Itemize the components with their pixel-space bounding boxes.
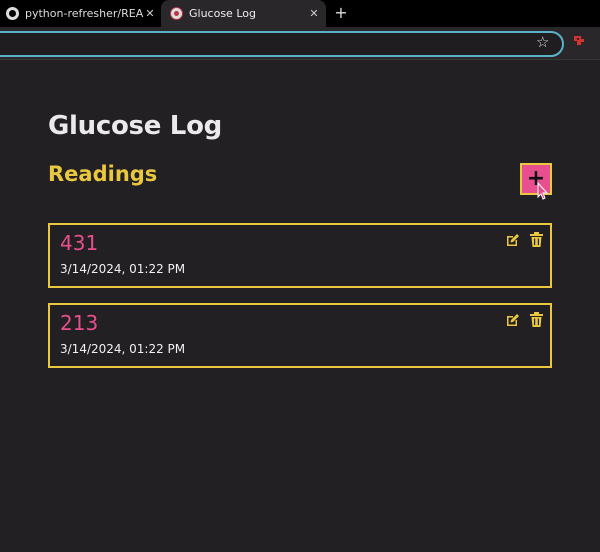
reading-value: 431 <box>60 231 99 255</box>
github-icon <box>6 7 19 20</box>
reading-card: 213 3/14/2024, 01:22 PM <box>48 303 552 368</box>
new-tab-button[interactable]: + <box>332 4 350 22</box>
trash-icon[interactable] <box>530 312 543 327</box>
bookmark-star-icon[interactable]: ☆ <box>536 32 549 52</box>
pointer-cursor-icon <box>537 182 549 200</box>
tab-label: python-refresher/README.m <box>25 7 144 20</box>
tab-glucose-log[interactable]: Glucose Log ✕ <box>161 0 326 27</box>
page-content: Glucose Log Readings + 431 3/14/2024, 01… <box>0 60 600 552</box>
reading-timestamp: 3/14/2024, 01:22 PM <box>60 262 186 276</box>
tab-python-refresher[interactable]: python-refresher/README.m ✕ <box>0 0 160 27</box>
close-tab-icon[interactable]: ✕ <box>144 7 156 20</box>
reading-card: 431 3/14/2024, 01:22 PM <box>48 223 552 288</box>
address-input[interactable] <box>8 35 492 55</box>
page-title: Glucose Log <box>48 111 222 141</box>
edit-icon[interactable] <box>506 233 520 247</box>
extension-icon[interactable] <box>572 33 586 47</box>
trash-icon[interactable] <box>530 232 543 247</box>
address-bar[interactable] <box>0 31 564 57</box>
reading-value: 213 <box>60 311 99 335</box>
tab-label: Glucose Log <box>189 7 256 20</box>
browser-tab-bar: python-refresher/README.m ✕ Glucose Log … <box>0 0 600 27</box>
close-tab-icon[interactable]: ✕ <box>306 7 322 20</box>
browser-toolbar <box>0 27 600 59</box>
edit-icon[interactable] <box>506 313 520 327</box>
glucose-log-icon <box>170 7 183 20</box>
readings-heading: Readings <box>48 162 158 186</box>
reading-timestamp: 3/14/2024, 01:22 PM <box>60 342 186 356</box>
